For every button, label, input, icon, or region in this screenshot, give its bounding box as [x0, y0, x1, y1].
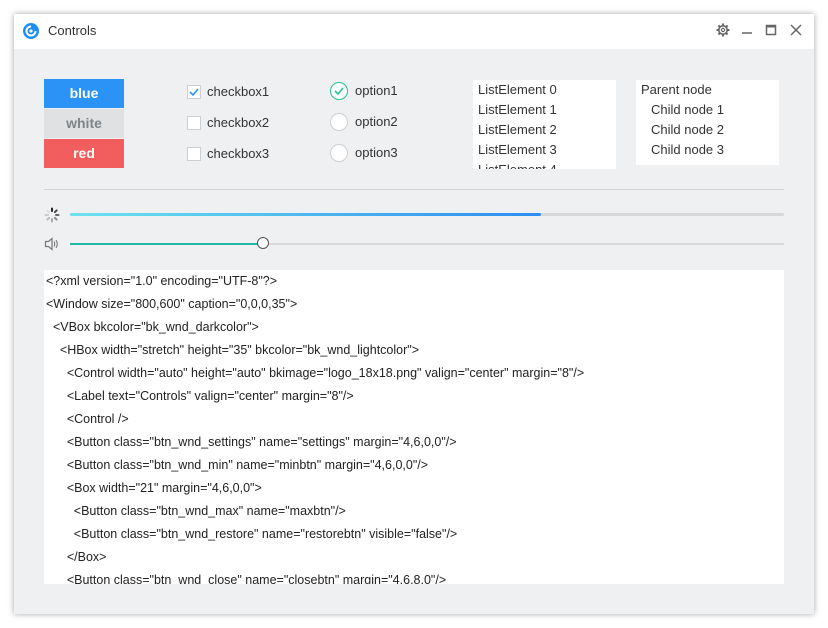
list-item[interactable]: ListElement 2	[473, 120, 616, 140]
list-item[interactable]: ListElement 1	[473, 100, 616, 120]
gear-icon	[716, 23, 730, 37]
checkbox-box[interactable]	[187, 85, 201, 99]
window-title: Controls	[48, 23, 97, 38]
code-line: <VBox bkcolor="bk_wnd_darkcolor">	[46, 320, 259, 334]
volume-slider[interactable]	[70, 237, 784, 249]
maximize-button[interactable]	[761, 20, 781, 40]
code-line: <Control width="auto" height="auto" bkim…	[46, 366, 585, 380]
white-button[interactable]: white	[44, 109, 124, 138]
code-line: <Button class="btn_wnd_min" name="minbtn…	[46, 458, 429, 472]
speaker-icon[interactable]	[44, 237, 60, 251]
blue-button[interactable]: blue	[44, 79, 124, 108]
divider	[44, 189, 784, 190]
list-box[interactable]: ListElement 0 ListElement 1 ListElement …	[473, 80, 616, 169]
code-line: <Button class="btn_wnd_close" name="clos…	[46, 573, 447, 584]
code-line: </Box>	[46, 550, 107, 564]
code-line: <Label text="Controls" valign="center" m…	[46, 389, 354, 403]
radio-circle[interactable]	[330, 113, 348, 131]
checkbox-label: checkbox1	[207, 84, 270, 99]
code-line: <Button class="btn_wnd_settings" name="s…	[46, 435, 457, 449]
loading-spinner-icon	[44, 207, 60, 223]
code-line: <Button class="btn_wnd_restore" name="re…	[46, 527, 458, 541]
code-line: <Box width="21" margin="4,6,0,0">	[46, 481, 262, 495]
title-bar[interactable]: Controls	[14, 14, 814, 49]
close-icon	[790, 24, 802, 36]
tree-child-node[interactable]: Child node 1	[636, 100, 779, 120]
code-editor[interactable]: <?xml version="1.0" encoding="UTF-8"?> <W…	[44, 270, 784, 584]
settings-button[interactable]	[713, 20, 733, 40]
code-line: <?xml version="1.0" encoding="UTF-8"?>	[46, 274, 278, 288]
list-item[interactable]: ListElement 4	[473, 160, 616, 169]
maximize-icon	[765, 24, 777, 36]
code-line: <HBox width="stretch" height="35" bkcolo…	[46, 343, 420, 357]
list-item[interactable]: ListElement 0	[473, 80, 616, 100]
code-line: <Button class="btn_wnd_max" name="maxbtn…	[46, 504, 346, 518]
radio-circle[interactable]	[330, 144, 348, 162]
code-line: <Control />	[46, 412, 129, 426]
list-item[interactable]: ListElement 3	[473, 140, 616, 160]
tree-child-node[interactable]: Child node 2	[636, 120, 779, 140]
volume-slider-fill	[70, 243, 263, 245]
radio-label: option1	[355, 83, 398, 98]
logo-icon	[23, 23, 39, 39]
radio-circle[interactable]	[330, 82, 348, 100]
checkbox-box[interactable]	[187, 147, 201, 161]
radio-label: option2	[355, 114, 398, 129]
tree-view[interactable]: Parent node Child node 1 Child node 2 Ch…	[636, 80, 779, 165]
volume-slider-thumb[interactable]	[256, 237, 269, 249]
code-line: <Window size="800,600" caption="0,0,0,35…	[46, 297, 298, 311]
progress-fill	[70, 213, 542, 216]
tree-parent-node[interactable]: Parent node	[636, 80, 779, 100]
minimize-button[interactable]	[737, 20, 757, 40]
radio-check-icon	[334, 87, 344, 96]
radio-label: option3	[355, 145, 398, 160]
minimize-icon	[742, 32, 752, 34]
checkbox-label: checkbox2	[207, 115, 270, 130]
progress-bar	[70, 213, 784, 216]
checkmark-icon	[189, 88, 199, 97]
red-button[interactable]: red	[44, 139, 124, 168]
checkbox-box[interactable]	[187, 116, 201, 130]
tree-child-node[interactable]: Child node 3	[636, 140, 779, 160]
close-button[interactable]	[786, 20, 806, 40]
controls-window: Controls blue white red checkbox1 checkb…	[14, 14, 814, 614]
checkbox-label: checkbox3	[207, 146, 270, 161]
